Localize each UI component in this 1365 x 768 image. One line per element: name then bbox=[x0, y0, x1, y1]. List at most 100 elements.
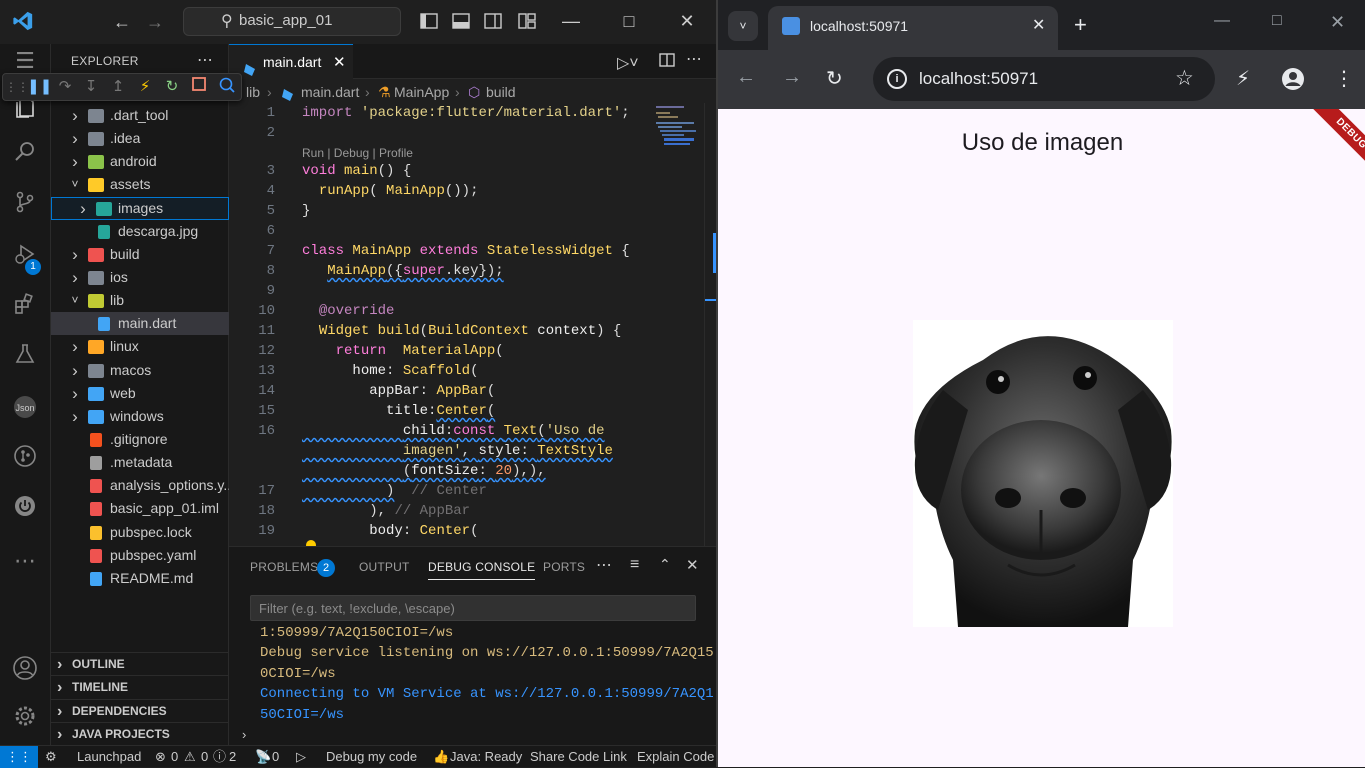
close-panel-icon[interactable]: ✕ bbox=[686, 556, 699, 574]
stop-icon[interactable] bbox=[189, 77, 209, 97]
search-icon[interactable] bbox=[10, 140, 40, 170]
maximize-icon[interactable]: □ bbox=[616, 8, 642, 34]
command-center-search[interactable]: ⚲ basic_app_01 bbox=[183, 7, 401, 36]
reload-icon[interactable]: ↻ bbox=[826, 66, 843, 91]
tree-file[interactable]: pubspec.yaml bbox=[51, 544, 229, 567]
tab-search-icon[interactable]: ˅ bbox=[728, 11, 758, 41]
breadcrumb-item[interactable]: MainApp bbox=[394, 80, 449, 104]
share-code-link[interactable]: Share Code Link bbox=[530, 746, 627, 768]
error-count[interactable]: 0 bbox=[171, 746, 178, 768]
close-tab-icon[interactable]: ✕ bbox=[333, 45, 346, 80]
site-info-icon[interactable]: i bbox=[887, 69, 907, 89]
accounts-icon[interactable] bbox=[10, 655, 40, 685]
maximize-icon[interactable]: □ bbox=[1272, 12, 1282, 30]
restart-icon[interactable]: ↻ bbox=[162, 77, 182, 97]
profile-avatar-icon[interactable] bbox=[1282, 68, 1304, 90]
tree-file[interactable]: descarga.jpg bbox=[51, 220, 229, 243]
toggle-sidebar-icon[interactable] bbox=[420, 12, 438, 34]
back-arrow-icon[interactable]: ← bbox=[113, 12, 131, 32]
close-icon[interactable]: ✕ bbox=[674, 8, 700, 34]
tree-file[interactable]: README.md bbox=[51, 567, 229, 590]
tab-ports[interactable]: PORTS bbox=[543, 560, 585, 574]
launchpad-status[interactable]: Launchpad bbox=[77, 746, 141, 768]
code-lens[interactable]: Run | Debug | Profile bbox=[302, 146, 413, 160]
tree-folder[interactable]: ˅ lib bbox=[51, 289, 229, 312]
settings-gear-icon[interactable] bbox=[10, 704, 40, 734]
performance-icon[interactable]: ⚡ bbox=[1236, 66, 1250, 91]
tree-folder[interactable]: › .idea bbox=[51, 127, 229, 150]
tab-main-dart[interactable]: main.dart ✕ bbox=[229, 44, 353, 79]
ports-count[interactable]: 0 bbox=[272, 746, 279, 768]
run-debug-dropdown-icon[interactable]: ▷˅ bbox=[617, 53, 639, 73]
remote-indicator-icon[interactable]: ⋮⋮ bbox=[0, 746, 38, 768]
extensions-icon[interactable] bbox=[10, 292, 40, 322]
tree-folder[interactable]: › macos bbox=[51, 359, 229, 382]
toggle-panel-icon[interactable] bbox=[452, 12, 470, 34]
close-icon[interactable]: ✕ bbox=[1330, 12, 1345, 33]
tree-folder[interactable]: › images bbox=[51, 197, 229, 220]
warning-count[interactable]: 0 bbox=[201, 746, 208, 768]
tab-problems[interactable]: PROBLEMS bbox=[250, 560, 318, 574]
close-tab-icon[interactable]: ✕ bbox=[1032, 15, 1045, 35]
breadcrumb-item[interactable]: build bbox=[486, 80, 516, 104]
explain-code[interactable]: Explain Code bbox=[637, 746, 714, 768]
editor-more-icon[interactable]: ⋯ bbox=[686, 49, 702, 69]
power-icon[interactable] bbox=[10, 494, 40, 524]
forward-arrow-icon[interactable]: → bbox=[146, 12, 164, 32]
browser-tab[interactable]: localhost:50971 ✕ bbox=[768, 6, 1058, 50]
tree-file[interactable]: analysis_options.y... bbox=[51, 474, 229, 497]
inspect-widget-icon[interactable] bbox=[217, 77, 237, 97]
split-editor-icon[interactable] bbox=[659, 52, 675, 71]
tree-folder[interactable]: › ios bbox=[51, 266, 229, 289]
hot-reload-icon[interactable]: ⚡ bbox=[135, 77, 155, 97]
minimize-icon[interactable]: — bbox=[1214, 12, 1230, 30]
tree-file[interactable]: main.dart bbox=[51, 312, 229, 335]
breadcrumb-item[interactable]: main.dart bbox=[301, 80, 359, 104]
section-dependencies[interactable]: › DEPENDENCIES bbox=[51, 699, 229, 722]
step-into-icon[interactable]: ↧ bbox=[81, 77, 101, 97]
testing-flask-icon[interactable] bbox=[10, 342, 40, 372]
json-icon[interactable]: Json bbox=[10, 394, 40, 424]
breadcrumb-item[interactable]: lib bbox=[246, 80, 260, 104]
source-control-icon[interactable] bbox=[10, 190, 40, 220]
tree-file[interactable]: pubspec.lock bbox=[51, 521, 229, 544]
section-outline[interactable]: › OUTLINE bbox=[51, 652, 229, 675]
minimize-icon[interactable]: — bbox=[558, 8, 584, 34]
more-actions-icon[interactable]: ⋯ bbox=[197, 50, 213, 70]
chrome-menu-icon[interactable]: ⋮ bbox=[1334, 66, 1354, 91]
new-tab-icon[interactable]: + bbox=[1074, 12, 1087, 38]
address-bar[interactable]: i localhost:50971 ☆ bbox=[873, 57, 1215, 101]
info-count[interactable]: 2 bbox=[229, 746, 236, 768]
clear-console-icon[interactable]: ≡ bbox=[630, 556, 639, 574]
step-out-icon[interactable]: ↥ bbox=[108, 77, 128, 97]
minimap[interactable] bbox=[652, 104, 704, 146]
tree-file[interactable]: basic_app_01.iml bbox=[51, 497, 229, 520]
tab-debug-console[interactable]: DEBUG CONSOLE bbox=[428, 560, 536, 580]
tree-folder[interactable]: › windows bbox=[51, 405, 229, 428]
section-timeline[interactable]: › TIMELINE bbox=[51, 675, 229, 698]
tab-output[interactable]: OUTPUT bbox=[359, 560, 410, 574]
console-prompt-icon[interactable]: › bbox=[242, 727, 246, 742]
tree-file[interactable]: .metadata bbox=[51, 451, 229, 474]
git-graph-icon[interactable] bbox=[10, 444, 40, 474]
customize-layout-icon[interactable] bbox=[518, 12, 536, 34]
back-arrow-icon[interactable]: ← bbox=[736, 66, 756, 89]
debug-config[interactable]: Debug my code bbox=[326, 746, 417, 768]
step-over-icon[interactable]: ↷ bbox=[55, 77, 75, 97]
tree-folder[interactable]: › linux bbox=[51, 335, 229, 358]
section-java-projects[interactable]: › JAVA PROJECTS bbox=[51, 722, 229, 745]
tree-folder[interactable]: › build bbox=[51, 243, 229, 266]
java-status[interactable]: Java: Ready bbox=[450, 746, 522, 768]
panel-more-icon[interactable]: ⋯ bbox=[596, 555, 612, 575]
toggle-secondary-sidebar-icon[interactable] bbox=[484, 12, 502, 34]
menu-icon[interactable]: ☰ bbox=[10, 46, 40, 76]
tree-folder[interactable]: › web bbox=[51, 382, 229, 405]
console-filter-input[interactable]: Filter (e.g. text, !exclude, \escape) bbox=[250, 595, 696, 621]
drag-handle-icon[interactable]: ⋮⋮ bbox=[5, 77, 29, 97]
tree-folder[interactable]: › .dart_tool bbox=[51, 104, 229, 127]
pause-icon[interactable]: ❚❚ bbox=[27, 77, 52, 97]
tree-file[interactable]: .gitignore bbox=[51, 428, 229, 451]
more-views-icon[interactable]: ⋯ bbox=[10, 546, 40, 576]
code-editor[interactable]: 1 2 3 4 5 6 7 8 9 10 11 12 13 14 15 16 17 18 19 import 'pa… bbox=[229, 103, 716, 546]
forward-arrow-icon[interactable]: → bbox=[782, 66, 802, 89]
